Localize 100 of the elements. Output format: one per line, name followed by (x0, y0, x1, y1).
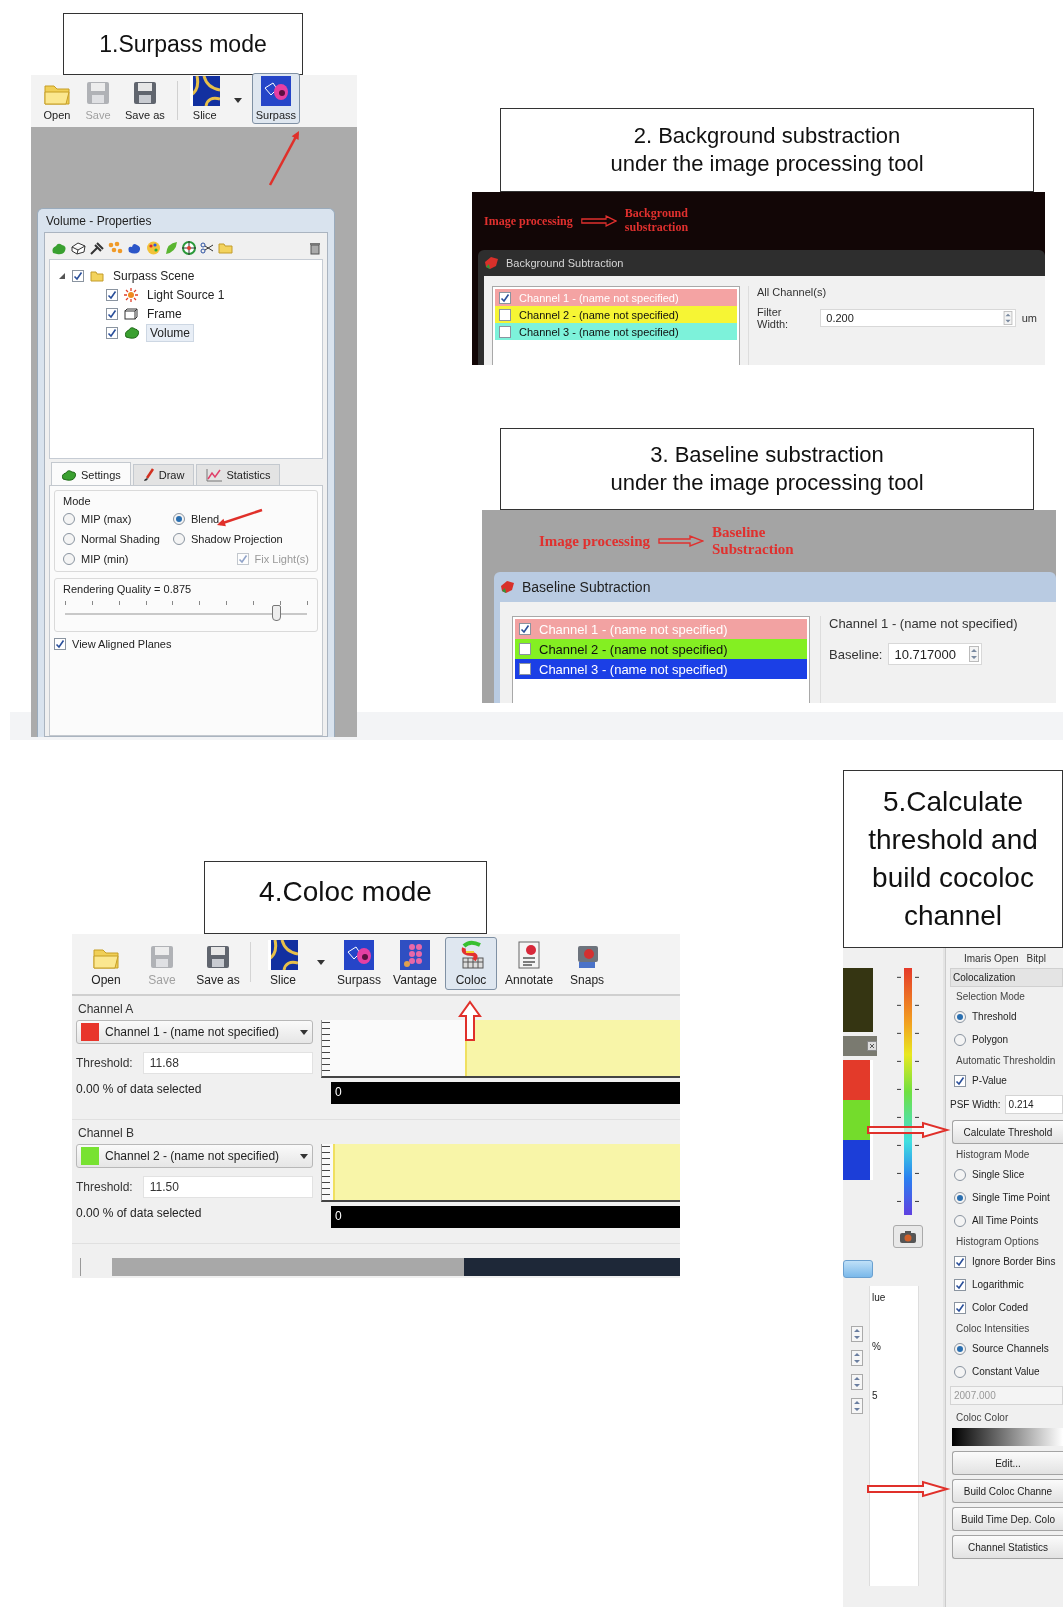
group-title: Coloc Intensities (955, 1322, 1031, 1336)
tab[interactable]: Settings (51, 462, 131, 485)
tab[interactable]: Statistics (196, 464, 281, 485)
caret-icon[interactable] (233, 98, 242, 103)
channel-row[interactable]: Channel 2 - (name not specified) (515, 639, 807, 659)
radio-button[interactable] (954, 1168, 966, 1181)
save-as-button[interactable]: Save as (121, 77, 169, 124)
checkbox[interactable] (954, 1255, 966, 1268)
checkbox[interactable] (54, 638, 66, 650)
checkbox[interactable] (499, 325, 511, 338)
option-label: MIP (max) (81, 513, 132, 525)
open-button[interactable]: Open (39, 79, 75, 124)
radio-button[interactable] (954, 1214, 966, 1227)
radio-label: Constant Value (972, 1366, 1040, 1377)
channel-row[interactable]: Channel 3 - (name not specified) (515, 659, 807, 679)
menu-item[interactable]: Imaris Open (964, 952, 1019, 964)
group-title: Channel A (78, 1002, 135, 1016)
close-icon[interactable] (867, 1041, 877, 1051)
spinner-icon[interactable] (969, 645, 980, 663)
trash-icon[interactable] (309, 241, 321, 255)
caption-line: 2. Background substraction (633, 122, 901, 150)
hollow-arrow (580, 215, 617, 227)
target-icon[interactable] (182, 241, 196, 255)
radio-button[interactable] (173, 533, 185, 545)
channel-dropdown[interactable]: Channel 2 - (name not specified) (76, 1144, 313, 1168)
frame-icon (124, 307, 138, 320)
spinner-icon[interactable] (851, 1398, 863, 1414)
threshold-field[interactable]: 11.68 (142, 1052, 313, 1074)
checkbox[interactable] (519, 623, 531, 635)
snapshot-button[interactable] (893, 1225, 923, 1248)
open-button[interactable]: Open (80, 943, 132, 990)
scissors-icon[interactable] (200, 242, 214, 254)
checkbox[interactable] (499, 308, 511, 321)
radio-button[interactable] (63, 513, 75, 525)
threshold-field[interactable]: 11.50 (142, 1176, 313, 1198)
radio-button[interactable] (63, 533, 75, 545)
input-field[interactable]: 0.200 (820, 309, 1016, 327)
checkbox[interactable] (954, 1278, 966, 1291)
annotate-button[interactable]: Annotate (501, 937, 558, 990)
box-icon[interactable] (71, 241, 86, 255)
tab[interactable]: Draw (132, 464, 195, 485)
surpass-button[interactable]: Surpass (251, 73, 301, 124)
checkbox[interactable] (954, 1074, 966, 1087)
save-as-button[interactable]: Save as (192, 941, 244, 990)
channel-dropdown[interactable]: Channel 1 - (name not specified) (76, 1020, 313, 1044)
button[interactable]: Build Time Dep. Colo (952, 1507, 1063, 1531)
radio-button[interactable] (954, 1365, 966, 1378)
channel-row[interactable]: Channel 2 - (name not specified) (495, 306, 737, 323)
checkbox[interactable] (499, 291, 511, 304)
hollow-arrow (658, 535, 704, 547)
tree-item[interactable]: Light Source 1 (144, 286, 228, 303)
palette-icon[interactable] (146, 241, 161, 255)
caret-icon[interactable] (300, 1153, 308, 1159)
spinner-icon[interactable] (851, 1374, 863, 1390)
channel-row[interactable]: Channel 3 - (name not specified) (495, 323, 737, 340)
channel-label: Channel 1 - (name not specified) (519, 291, 679, 304)
spinner-icon[interactable] (1002, 311, 1013, 325)
checkbox[interactable] (519, 643, 531, 655)
checkbox[interactable] (106, 307, 118, 320)
dialog-title: Baseline Subtraction (522, 579, 651, 595)
expander-icon[interactable] (58, 271, 66, 280)
button[interactable]: Calculate Threshold (952, 1120, 1063, 1144)
spinner-icon[interactable] (851, 1350, 863, 1366)
scrollbar[interactable] (80, 1256, 680, 1278)
slice-button[interactable]: Slice (257, 937, 309, 990)
caret-icon[interactable] (300, 1029, 308, 1035)
checkbox[interactable] (106, 326, 118, 339)
blob-icon[interactable] (127, 241, 142, 255)
dialog-title: Background Subtraction (506, 257, 624, 269)
slice-button[interactable]: Slice (185, 73, 224, 124)
slider-thumb[interactable] (271, 605, 281, 621)
radio-button[interactable] (173, 513, 185, 525)
caption: 1.Surpass mode (63, 13, 303, 75)
tree-item[interactable]: Surpass Scene (110, 267, 198, 284)
radio-button[interactable] (954, 1033, 966, 1046)
coloc-button[interactable]: Coloc (445, 937, 498, 990)
tree-item[interactable]: Frame (144, 305, 185, 322)
radio-button[interactable] (954, 1010, 966, 1023)
input-field[interactable]: 0.214 (1004, 1095, 1063, 1114)
menu-item[interactable]: Bitpl (1026, 952, 1046, 964)
vantage-button[interactable]: Vantage (389, 937, 442, 990)
checkbox[interactable] (72, 269, 84, 282)
color-gradient[interactable] (952, 1428, 1063, 1446)
spinner-icon[interactable] (851, 1326, 863, 1342)
tree-item[interactable]: Volume (146, 323, 195, 342)
checkbox[interactable] (519, 663, 531, 675)
input-field[interactable]: 10.717000 (888, 643, 983, 665)
caret-icon[interactable] (317, 959, 325, 965)
radio-button[interactable] (63, 553, 75, 565)
checkbox[interactable] (954, 1301, 966, 1314)
button[interactable]: Edit... (952, 1451, 1063, 1475)
radio-button[interactable] (954, 1191, 966, 1204)
snapshot-button[interactable]: Snaps (561, 937, 614, 990)
pin-icon[interactable] (90, 241, 104, 255)
surpass-button[interactable]: Surpass (333, 937, 386, 990)
button[interactable]: Build Coloc Channe (952, 1479, 1063, 1503)
checkbox[interactable] (106, 288, 118, 301)
button[interactable]: Channel Statistics (952, 1535, 1063, 1559)
radio-button[interactable] (954, 1342, 966, 1355)
caption: 4.Coloc mode (204, 861, 487, 934)
